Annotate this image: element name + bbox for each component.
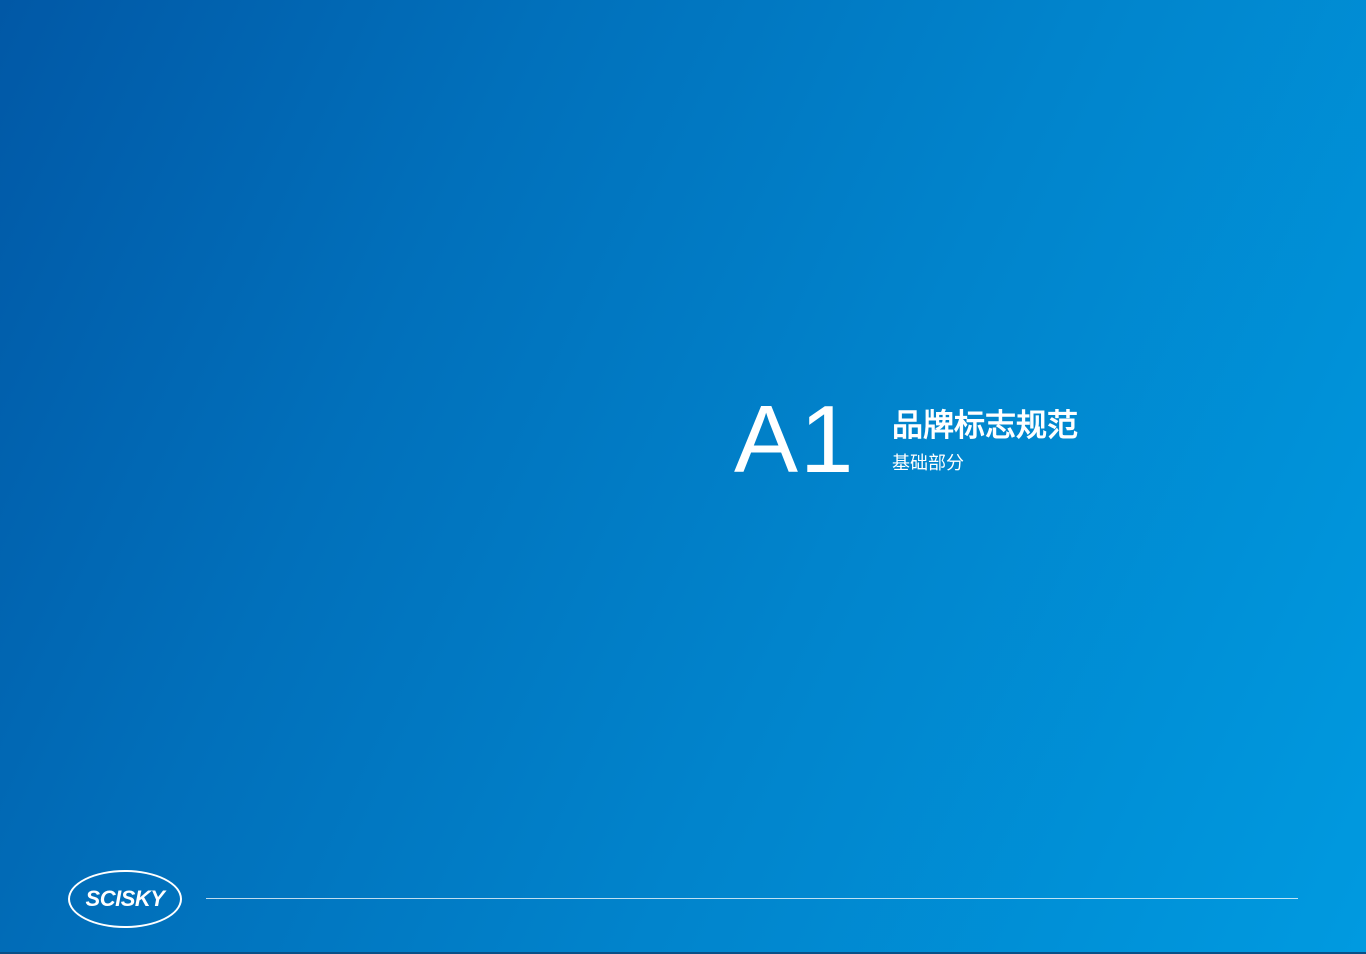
cover-page: A1 品牌标志规范 基础部分 SCISKY <box>0 0 1366 954</box>
logo-wordmark: SCISKY <box>85 886 165 911</box>
footer-divider <box>206 898 1298 899</box>
section-subtitle: 基础部分 <box>892 453 964 474</box>
brand-logo: SCISKY <box>68 870 182 928</box>
section-title: 品牌标志规范 <box>892 408 1078 444</box>
section-code: A1 <box>734 386 856 493</box>
